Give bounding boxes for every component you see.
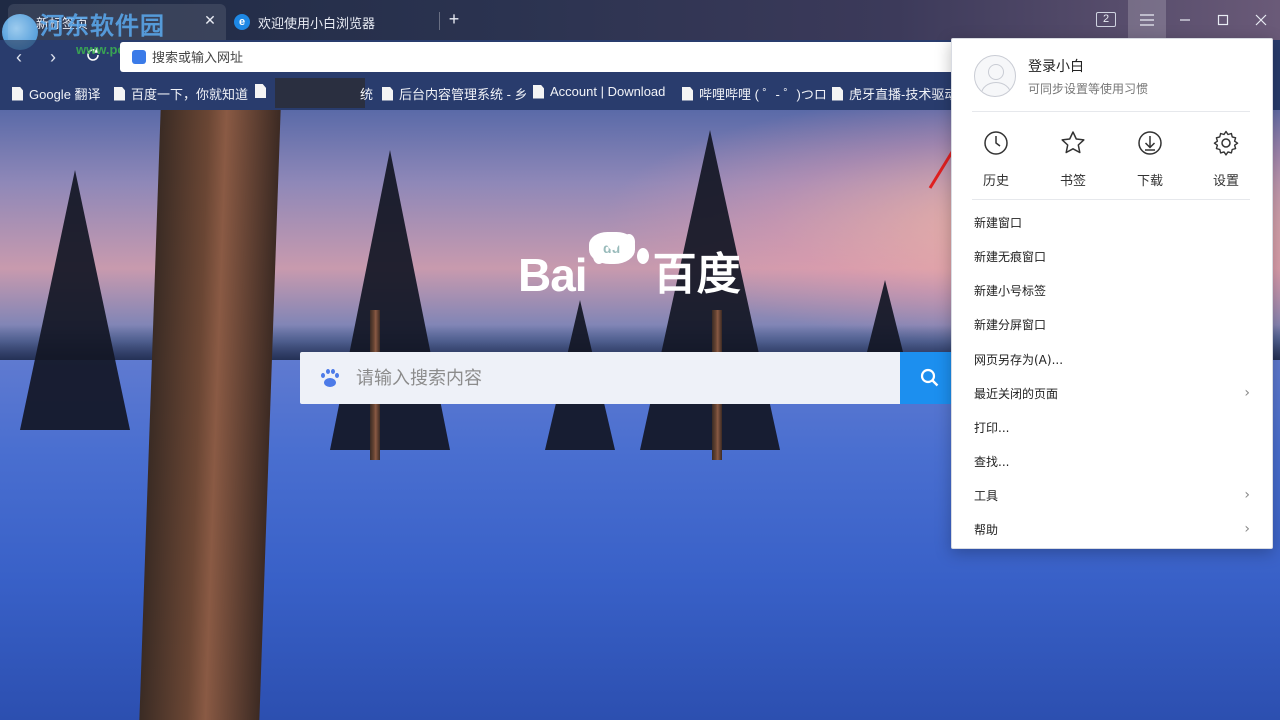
bookmark-item[interactable]	[255, 84, 272, 98]
menu-divider	[972, 111, 1250, 112]
menu-item-label: 查找...	[974, 454, 1010, 469]
menu-item-find[interactable]: 查找...	[974, 444, 1254, 478]
bookmark-item[interactable]: 百度一下，你就知道	[114, 84, 248, 103]
page-icon	[533, 84, 544, 99]
menu-item-label: 最近关闭的页面	[974, 386, 1059, 401]
close-window-button[interactable]	[1242, 0, 1280, 40]
bookmark-item[interactable]: 后台内容管理系统 - 乡	[382, 84, 528, 103]
minimize-icon	[1180, 19, 1190, 21]
clock-icon	[984, 131, 1008, 155]
menu-item-new-split-window[interactable]: 新建分屏窗口	[974, 307, 1254, 341]
menu-item-label: 新建分屏窗口	[974, 317, 1047, 332]
bookmark-label: Google 翻译	[29, 87, 101, 102]
star-icon	[1061, 131, 1085, 154]
menu-downloads-button[interactable]: 下载	[1120, 129, 1180, 189]
menu-item-label: 打印...	[974, 420, 1010, 435]
chevron-right-icon: ›	[1244, 487, 1250, 503]
menu-item-new-window[interactable]: 新建窗口	[974, 205, 1254, 239]
tab-label: 欢迎使用小白浏览器	[258, 15, 376, 31]
baidu-paw-icon	[320, 368, 340, 388]
tab-count-badge[interactable]: 2	[1096, 12, 1116, 27]
page-icon	[682, 86, 693, 101]
bookmark-item[interactable]: 统	[360, 84, 373, 103]
bookmark-item[interactable]: Account | Download	[533, 84, 665, 99]
bookmark-label: 后台内容管理系统 - 乡	[399, 87, 528, 102]
address-input[interactable]	[152, 49, 852, 65]
menu-settings-button[interactable]: 设置	[1196, 129, 1256, 189]
downloads-label: 下载	[1136, 174, 1163, 189]
menu-item-new-alt-account-tab[interactable]: 新建小号标签	[974, 273, 1254, 307]
menu-item-new-incognito-window[interactable]: 新建无痕窗口	[974, 239, 1254, 273]
page-icon	[832, 86, 843, 101]
bookmark-label: Account | Download	[550, 84, 666, 99]
bookmark-label: 统	[360, 87, 374, 102]
browser-logo-icon: e	[234, 14, 250, 30]
address-bar[interactable]	[120, 42, 960, 72]
page-icon	[12, 86, 23, 101]
watermark-text: 河东软件园	[40, 11, 165, 40]
history-label: 历史	[982, 174, 1009, 189]
paw-icon: du	[588, 232, 651, 302]
page-icon	[114, 86, 125, 101]
page-icon	[255, 84, 266, 98]
bookmark-obscured	[275, 78, 365, 108]
bookmark-label: 百度一下，你就知道	[131, 87, 249, 102]
search-box[interactable]	[300, 352, 900, 404]
settings-label: 设置	[1212, 174, 1239, 189]
close-tab-icon[interactable]: ✕	[202, 12, 218, 28]
maximize-icon	[1217, 14, 1229, 26]
tab-welcome[interactable]: e 欢迎使用小白浏览器	[228, 4, 438, 40]
chevron-right-icon: ›	[1244, 521, 1250, 537]
logo-latin-text: Bai	[518, 249, 588, 301]
page-icon	[382, 86, 393, 101]
search-input[interactable]	[356, 367, 876, 389]
hamburger-icon	[1140, 14, 1154, 26]
menu-item-label: 网页另存为(A)...	[974, 352, 1064, 367]
search-engine-icon[interactable]	[132, 50, 146, 64]
login-label[interactable]: 登录小白	[1028, 56, 1148, 76]
menu-item-print[interactable]: 打印...	[974, 410, 1254, 444]
forward-button[interactable]: ›	[40, 44, 66, 70]
menu-history-button[interactable]: 历史	[966, 129, 1026, 189]
gear-icon	[1213, 130, 1239, 156]
bookmark-item[interactable]: 哔哩哔哩 ( ゜- ゜)つロ	[682, 84, 827, 103]
menu-divider	[972, 199, 1250, 200]
back-button[interactable]: ‹	[6, 44, 32, 70]
search-icon	[920, 368, 939, 387]
maximize-button[interactable]	[1204, 0, 1242, 40]
menu-bookmarks-button[interactable]: 书签	[1043, 129, 1103, 189]
menu-item-save-page-as[interactable]: 网页另存为(A)...	[974, 342, 1254, 376]
menu-item-tools[interactable]: 工具 ›	[974, 478, 1254, 512]
close-icon	[1255, 14, 1267, 26]
new-tab-button[interactable]: +	[443, 8, 465, 32]
chevron-right-icon: ›	[1244, 385, 1250, 401]
tab-divider	[439, 12, 440, 30]
menu-item-label: 帮助	[974, 522, 999, 537]
logo-cn-text: 百度	[652, 249, 741, 300]
login-subtitle: 可同步设置等使用习惯	[1028, 81, 1149, 96]
baidu-logo: Bai du 百度	[518, 232, 741, 302]
menu-item-label: 新建无痕窗口	[974, 249, 1047, 264]
main-menu: 登录小白 可同步设置等使用习惯 历史 书签 下载 设置 新建窗口 新建无痕窗口 …	[951, 38, 1273, 549]
download-icon	[1138, 131, 1162, 155]
menu-item-label: 工具	[974, 488, 999, 503]
bookmarks-label: 书签	[1059, 174, 1086, 189]
menu-item-label: 新建窗口	[974, 215, 1023, 230]
bookmark-item[interactable]: Google 翻译	[12, 84, 101, 103]
menu-item-help[interactable]: 帮助 ›	[974, 512, 1254, 546]
bookmark-label: 哔哩哔哩 ( ゜- ゜)つロ	[699, 87, 827, 102]
minimize-button[interactable]	[1166, 0, 1204, 40]
main-menu-button[interactable]	[1128, 0, 1166, 40]
avatar[interactable]	[974, 55, 1016, 97]
menu-item-label: 新建小号标签	[974, 283, 1047, 298]
login-section[interactable]: 登录小白 可同步设置等使用习惯	[974, 55, 1148, 97]
menu-item-recently-closed[interactable]: 最近关闭的页面 ›	[974, 376, 1254, 410]
